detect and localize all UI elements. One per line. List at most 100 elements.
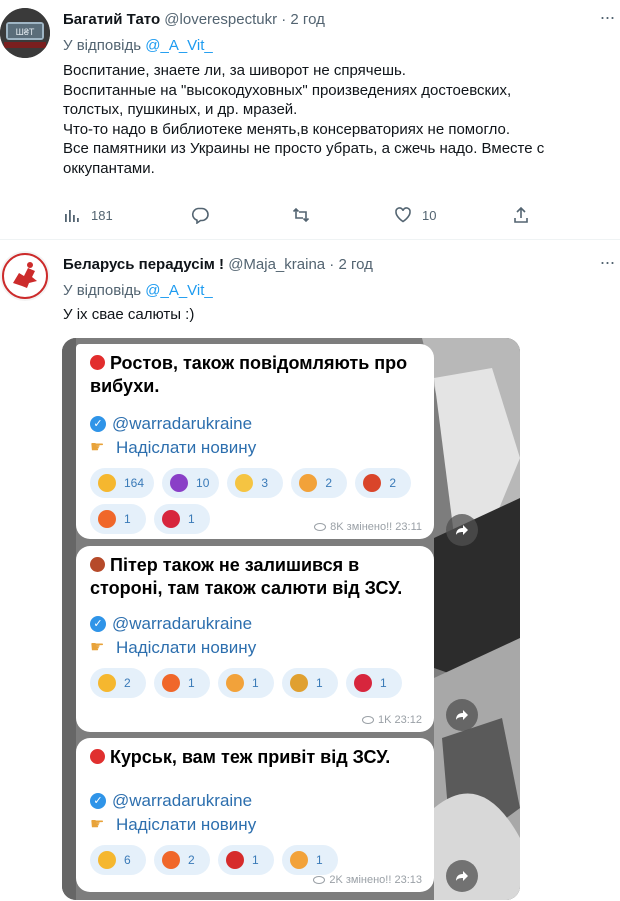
share-button[interactable] bbox=[512, 204, 530, 226]
broken-heart-icon bbox=[162, 510, 180, 528]
smiling-hearts-icon bbox=[290, 851, 308, 869]
reply-mention[interactable]: @_A_Vit_ bbox=[145, 282, 213, 299]
reply-prefix: У відповідь bbox=[63, 37, 142, 54]
reply-button[interactable] bbox=[191, 204, 209, 226]
reply-icon bbox=[191, 207, 209, 224]
post-title: Пітер також не залишився в стороні, там … bbox=[90, 554, 422, 600]
reaction-party-popper[interactable]: 1 bbox=[282, 668, 338, 698]
tweet-actions: 181 10 bbox=[63, 204, 533, 226]
tweet-text-line: толстых, пушкиных, и др. мразей. bbox=[63, 101, 298, 118]
reaction-broken-heart[interactable]: 1 bbox=[154, 504, 210, 534]
timestamp[interactable]: 2 год bbox=[338, 256, 372, 273]
telegram-post: Ростов, також повідомляють про вибухи. ✓… bbox=[76, 344, 434, 539]
reaction-fire[interactable]: 1 bbox=[154, 668, 210, 698]
tweet-text-line: Воспитание, знаете ли, за шиворот не спр… bbox=[63, 62, 406, 79]
reaction-heart-on-fire[interactable]: 1 bbox=[218, 845, 274, 875]
author-handle[interactable]: @Maja_kraina bbox=[228, 256, 325, 273]
reactions-bar: 2 1 1 1 1 bbox=[90, 668, 422, 698]
tweet[interactable]: Беларусь перадусім ! @Maja_kraina · 2 го… bbox=[0, 241, 620, 901]
avatar[interactable] bbox=[0, 251, 50, 301]
avatar-image: Ш₴Т bbox=[0, 8, 50, 58]
reaction-count: 2 bbox=[188, 853, 195, 867]
tweet-text: Воспитание, знаете ли, за шиворот не спр… bbox=[63, 61, 612, 178]
reaction-broken-heart[interactable]: 1 bbox=[346, 668, 402, 698]
fire-icon bbox=[98, 510, 116, 528]
channel-link[interactable]: ✓ @warradarukraine bbox=[90, 612, 422, 636]
forward-button[interactable] bbox=[446, 699, 478, 731]
reactions-bar: 6 2 1 1 bbox=[90, 845, 422, 875]
analytics-button[interactable]: 181 bbox=[63, 204, 113, 226]
tweet-header: Багатий Тато @loverespectukr · 2 год bbox=[63, 10, 590, 30]
reply-context: У відповідь @_A_Vit_ bbox=[63, 281, 213, 301]
submit-news-link[interactable]: ☛ Надіслати новину bbox=[90, 813, 422, 837]
reply-mention[interactable]: @_A_Vit_ bbox=[145, 37, 213, 54]
reaction-devil[interactable]: 10 bbox=[162, 468, 220, 498]
reaction-ok-hand[interactable]: 3 bbox=[227, 468, 284, 498]
post-title-line: Пітер також не залишився в bbox=[110, 555, 360, 575]
smiling-hearts-icon bbox=[226, 674, 244, 692]
author-handle[interactable]: @loverespectukr bbox=[164, 11, 277, 28]
post-meta: 1K 23:12 bbox=[361, 714, 422, 726]
submit-news-label: Надіслати новину bbox=[116, 638, 257, 657]
forward-icon bbox=[456, 871, 468, 881]
reaction-thumbs-up[interactable]: 164 bbox=[90, 468, 155, 498]
reaction-count: 1 bbox=[188, 512, 195, 526]
author-name[interactable]: Багатий Тато bbox=[63, 11, 160, 28]
channel-link[interactable]: ✓ @warradarukraine bbox=[90, 789, 422, 813]
reaction-cursing-face[interactable]: 2 bbox=[355, 468, 412, 498]
channel-link[interactable]: ✓ @warradarukraine bbox=[90, 412, 422, 436]
thumbs-up-icon bbox=[98, 474, 116, 492]
avatar[interactable]: Ш₴Т bbox=[0, 8, 50, 58]
ogre-icon bbox=[90, 557, 105, 572]
reaction-smiling-hearts[interactable]: 1 bbox=[282, 845, 338, 875]
red-circle-icon bbox=[90, 355, 105, 370]
smiling-hearts-icon bbox=[299, 474, 318, 492]
forward-icon bbox=[456, 710, 468, 720]
reaction-fire[interactable]: 1 bbox=[90, 504, 146, 534]
forward-button[interactable] bbox=[446, 860, 478, 892]
broken-heart-icon bbox=[354, 674, 372, 692]
pointing-hand-icon: ☛ bbox=[90, 639, 105, 656]
party-popper-icon bbox=[290, 674, 308, 692]
reaction-smiling-hearts[interactable]: 1 bbox=[218, 668, 274, 698]
tweet[interactable]: Ш₴Т Багатий Тато @loverespectukr · 2 год… bbox=[0, 0, 620, 240]
retweet-button[interactable] bbox=[292, 204, 310, 226]
tweet-text-line: Все памятники из Украины не просто убрат… bbox=[63, 140, 545, 157]
forward-button[interactable] bbox=[446, 514, 478, 546]
heart-on-fire-icon bbox=[90, 749, 105, 764]
reaction-fire[interactable]: 2 bbox=[154, 845, 210, 875]
verified-icon: ✓ bbox=[90, 793, 106, 809]
post-title-line: вибухи. bbox=[90, 376, 160, 396]
submit-news-link[interactable]: ☛ Надіслати новину bbox=[90, 636, 422, 660]
separator: · bbox=[281, 11, 287, 28]
post-meta-text: 1K 23:12 bbox=[377, 714, 422, 726]
post-title: Ростов, також повідомляють про вибухи. bbox=[90, 352, 422, 398]
eye-icon bbox=[314, 523, 327, 531]
post-title-line: Ростов, також повідомляють про bbox=[110, 353, 408, 373]
channel-handle: @warradarukraine bbox=[112, 791, 253, 810]
more-options-icon[interactable]: ··· bbox=[598, 253, 616, 275]
ok-hand-icon bbox=[235, 474, 254, 492]
submit-news-link[interactable]: ☛ Надіслати новину bbox=[90, 436, 422, 460]
tweet-text-line: Воспитанные на "высокодуховных" произвед… bbox=[63, 81, 512, 99]
likes-count: 10 bbox=[422, 207, 437, 223]
fire-icon bbox=[162, 851, 180, 869]
tweet-text-line: У іх свае салюты :) bbox=[63, 306, 195, 323]
pointing-hand-icon: ☛ bbox=[90, 439, 105, 456]
post-meta-text: 2K змінено!! 23:13 bbox=[329, 874, 422, 886]
like-button[interactable]: 10 bbox=[394, 204, 436, 226]
post-title: Курськ, вам теж привіт від ЗСУ. bbox=[90, 746, 422, 769]
verified-icon: ✓ bbox=[90, 416, 106, 432]
attached-image[interactable]: Ростов, також повідомляють про вибухи. ✓… bbox=[62, 338, 520, 900]
eye-icon bbox=[361, 716, 374, 724]
reaction-smiling-hearts[interactable]: 2 bbox=[291, 468, 348, 498]
timestamp[interactable]: 2 год bbox=[290, 11, 324, 28]
reaction-thumbs-up[interactable]: 2 bbox=[90, 668, 146, 698]
reaction-count: 2 bbox=[325, 476, 333, 490]
reaction-thumbs-up[interactable]: 6 bbox=[90, 845, 146, 875]
share-icon bbox=[514, 206, 528, 223]
more-options-icon[interactable]: ··· bbox=[598, 8, 616, 30]
analytics-icon bbox=[65, 210, 79, 222]
telegram-post: Пітер також не залишився в стороні, там … bbox=[76, 546, 434, 732]
author-name[interactable]: Беларусь перадусім ! bbox=[63, 256, 224, 273]
